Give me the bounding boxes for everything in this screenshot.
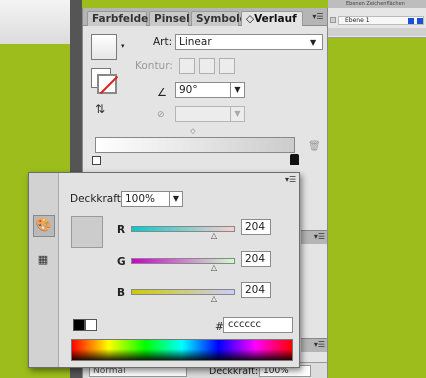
color-popup-sidebar: 🎨 ▦ <box>29 173 59 367</box>
gradient-stop-left[interactable] <box>92 156 101 165</box>
gradient-swatch-preview[interactable] <box>91 34 117 60</box>
gradient-stop-right[interactable] <box>290 154 299 165</box>
tab-swatches[interactable]: Farbfelder <box>87 11 153 26</box>
swatches-icon[interactable]: ▦ <box>35 253 51 267</box>
green-slider-thumb[interactable]: △ <box>209 264 219 272</box>
blue-value: 204 <box>245 284 266 296</box>
hex-input[interactable]: cccccc <box>223 317 293 333</box>
stroke-none-icon[interactable] <box>97 74 117 94</box>
red-value-field[interactable]: 204 <box>241 219 271 235</box>
chevron-down-icon[interactable]: ▾ <box>121 42 129 50</box>
blue-slider-thumb[interactable]: △ <box>209 295 219 303</box>
layer-name: Ebene 1 <box>345 17 370 24</box>
blue-channel-label: B <box>117 287 126 299</box>
type-label: Art: <box>153 36 173 48</box>
stroke-gradient-along-button[interactable] <box>199 58 215 74</box>
layers-panel: Ebenen Zeichenflächen Ebene 1 <box>328 0 426 38</box>
blue-slider[interactable] <box>131 289 235 295</box>
reverse-gradient-icon[interactable]: ⇅ <box>95 102 109 116</box>
white-swatch[interactable] <box>85 319 97 331</box>
color-picker-popup: 🎨 ▦ ▾☰ Deckkraft: 100% ▼ R △ 204 G △ 204… <box>28 172 300 368</box>
stroke-label: Kontur: <box>135 60 173 72</box>
chevron-down-icon[interactable]: ▼ <box>230 83 244 97</box>
gradient-midpoint-handle[interactable]: ◇ <box>189 127 197 135</box>
angle-icon: ∠ <box>157 86 167 99</box>
chevron-down-icon[interactable]: ▼ <box>169 191 183 207</box>
panel-header-bar: ▾☰ <box>301 230 327 244</box>
red-slider-thumb[interactable]: △ <box>209 232 219 240</box>
blue-value-field[interactable]: 204 <box>241 282 271 298</box>
stroke-gradient-across-button[interactable] <box>219 58 235 74</box>
green-channel-label: G <box>117 256 126 268</box>
panel-header-bar: ▾☰ <box>301 338 327 352</box>
layers-scrollbar[interactable] <box>328 28 426 36</box>
layers-tab-row[interactable]: Ebenen Zeichenflächen <box>328 0 426 8</box>
layer-target-icon[interactable] <box>408 18 414 24</box>
opacity-value: 100% <box>125 193 156 205</box>
red-value: 204 <box>245 221 266 233</box>
panel-menu-icon[interactable]: ▾☰ <box>314 340 325 349</box>
tab-gradient[interactable]: ◇Verlauf <box>241 11 303 26</box>
aspect-ratio-icon: ⊘ <box>157 110 165 120</box>
trash-icon[interactable]: 🗑 <box>308 141 321 153</box>
green-slider[interactable] <box>131 258 235 264</box>
color-preview-swatch <box>71 216 103 248</box>
angle-field[interactable]: 90° ▼ <box>175 82 245 98</box>
color-palette-icon[interactable]: 🎨 <box>33 215 55 237</box>
color-spectrum[interactable] <box>71 339 293 361</box>
panel-menu-icon[interactable]: ▾☰ <box>311 12 325 22</box>
panel-tab-bar: Farbfelder Pinsel Symbole ◇Verlauf ▾☰ <box>83 8 327 26</box>
tab-brushes[interactable]: Pinsel <box>149 11 190 26</box>
tab-symbols[interactable]: Symbole <box>191 11 247 26</box>
gradient-type-select[interactable]: Linear ▼ <box>175 34 323 50</box>
aspect-ratio-field[interactable]: ▼ <box>175 106 245 122</box>
panel-menu-icon[interactable]: ▾☰ <box>314 232 325 241</box>
stroke-gradient-within-button[interactable] <box>179 58 195 74</box>
opacity-label: Deckkraft: <box>70 193 125 205</box>
green-value: 204 <box>245 253 266 265</box>
gradient-type-value: Linear <box>179 36 212 48</box>
green-value-field[interactable]: 204 <box>241 251 271 267</box>
chevron-down-icon[interactable]: ▼ <box>230 107 244 121</box>
red-slider[interactable] <box>131 226 235 232</box>
chevron-down-icon: ▼ <box>310 38 317 47</box>
hex-value: cccccc <box>228 319 261 330</box>
popup-menu-icon[interactable]: ▾☰ <box>285 175 297 185</box>
red-channel-label: R <box>117 224 126 236</box>
angle-value: 90° <box>179 84 198 96</box>
layer-selection-icon[interactable] <box>417 18 423 24</box>
gradient-slider-bar[interactable] <box>95 137 295 153</box>
visibility-eye-icon[interactable] <box>330 17 336 23</box>
black-swatch[interactable] <box>73 319 85 331</box>
